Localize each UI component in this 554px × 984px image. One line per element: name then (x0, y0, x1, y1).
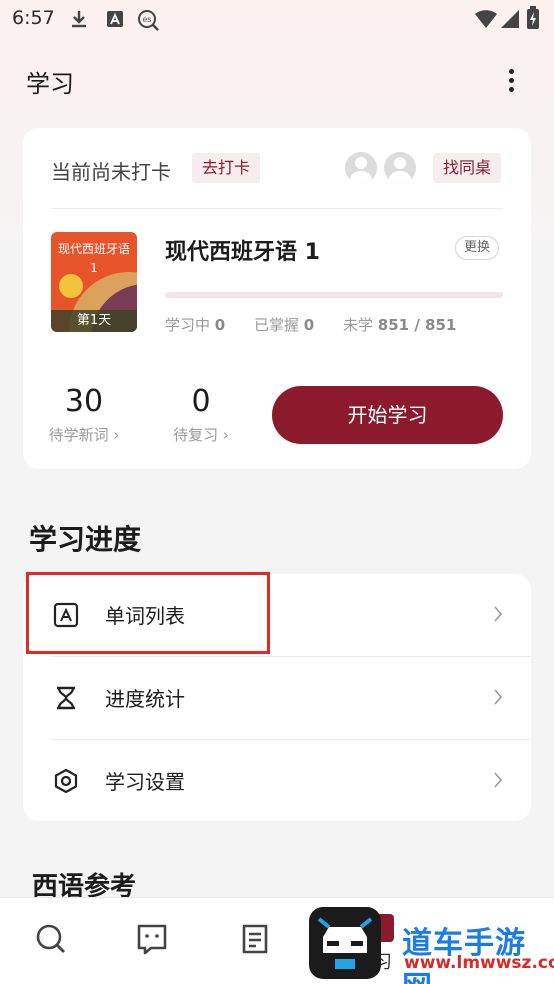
more-vertical-icon (508, 68, 514, 74)
watermark-text: 道车手游网 (402, 926, 526, 984)
review-label: 待复习 › (173, 426, 229, 444)
avatar[interactable] (384, 152, 416, 184)
menu-item-label: 进度统计 (105, 687, 185, 711)
es-search-icon: es (138, 10, 159, 31)
hourglass-icon (57, 686, 75, 710)
book-progress-bar (165, 292, 503, 298)
wifi-icon (475, 10, 497, 28)
stat-mastered: 已掌握 0 (254, 316, 315, 334)
download-icon (72, 11, 86, 28)
book-title: 现代西班牙语 1 (165, 240, 320, 265)
book-day-label: 第1天 (51, 310, 137, 332)
review-count[interactable]: 0 待复习 › (156, 384, 246, 445)
progress-menu: 单词列表 进度统计 学习设置 (23, 574, 531, 821)
word-list-icon (53, 602, 79, 628)
status-bar: 6:57 es (0, 0, 554, 38)
watermark-url: www.lmwwsz.com (404, 953, 554, 973)
menu-item-label: 单词列表 (105, 604, 185, 628)
a-box-icon (107, 11, 123, 27)
menu-item-study-settings[interactable]: 学习设置 (23, 740, 531, 822)
menu-item-progress-stats[interactable]: 进度统计 (23, 657, 531, 739)
battery-charging-icon (527, 6, 539, 29)
stat-learning: 学习中 0 (165, 316, 226, 334)
search-icon[interactable] (34, 922, 68, 956)
menu-item-word-list[interactable]: 单词列表 (23, 574, 531, 656)
chat-face-icon[interactable] (135, 922, 169, 956)
study-card: 当前尚未打卡 去打卡 找同桌 现代西班牙语 1 第1天 现代西班牙语 1 更换 … (23, 128, 531, 469)
find-deskmate-button[interactable]: 找同桌 (433, 153, 502, 183)
chevron-right-icon (494, 772, 503, 788)
svg-text:es: es (143, 15, 151, 24)
new-words-count[interactable]: 30 待学新词 › (39, 384, 129, 445)
book-cover-title: 现代西班牙语 1 (57, 242, 130, 275)
page-title: 学习 (26, 70, 74, 98)
stat-unlearned: 未学 851 / 851 (343, 316, 457, 334)
document-icon[interactable] (238, 922, 272, 956)
new-words-number: 30 (64, 384, 104, 419)
checkin-button[interactable]: 去打卡 (192, 153, 261, 183)
divider (51, 208, 503, 209)
settings-hex-icon (54, 768, 78, 794)
status-time: 6:57 (12, 7, 55, 29)
book-cover[interactable]: 现代西班牙语 1 第1天 (51, 232, 137, 332)
chevron-right-icon (494, 606, 503, 622)
avatar[interactable] (345, 152, 377, 184)
chevron-right-icon (494, 689, 503, 705)
menu-item-label: 学习设置 (105, 770, 185, 794)
watermark-logo (309, 907, 381, 979)
more-options-button[interactable] (496, 62, 526, 98)
new-words-label: 待学新词 › (48, 426, 120, 444)
start-learning-button[interactable]: 开始学习 (272, 386, 503, 444)
review-number: 0 (191, 384, 211, 419)
change-book-button[interactable]: 更换 (455, 236, 500, 260)
progress-section-title: 学习进度 (29, 523, 142, 556)
checkin-status: 当前尚未打卡 (51, 160, 171, 184)
signal-icon (501, 10, 519, 28)
